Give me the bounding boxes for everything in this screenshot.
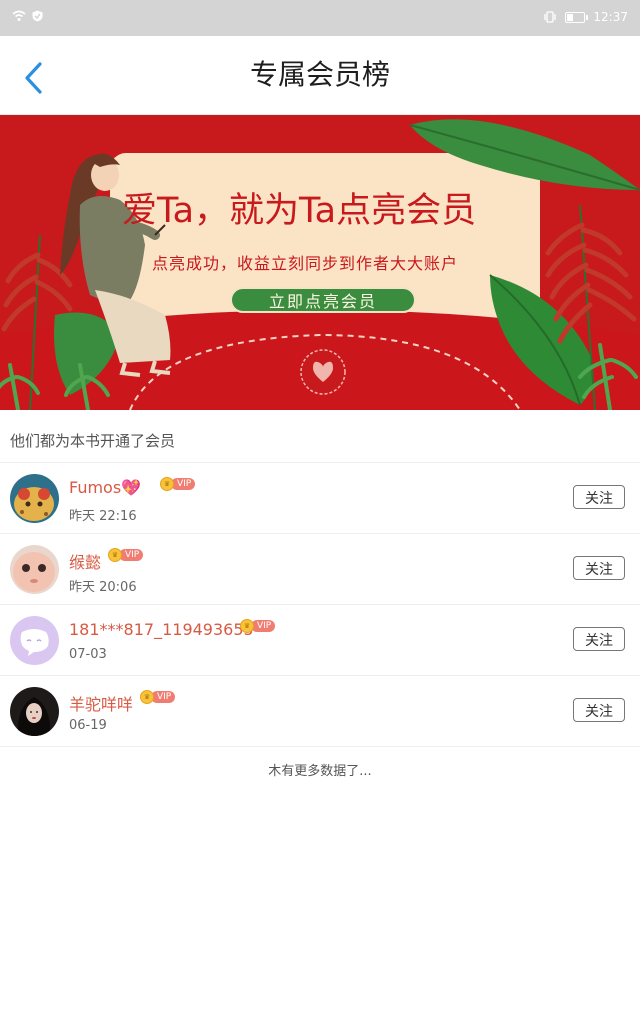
vip-badge: ♛ VIP bbox=[108, 548, 144, 562]
member-time: 06-19 bbox=[69, 718, 107, 733]
status-bar: 12:37 bbox=[0, 0, 640, 36]
avatar[interactable] bbox=[10, 545, 59, 594]
member-name: 181***817_119493655 bbox=[69, 620, 254, 639]
vibrate-icon bbox=[544, 11, 557, 23]
member-row[interactable]: 缑懿 ♛ VIP 昨天 20:06 关注 bbox=[0, 533, 640, 604]
banner-headline: 爱Ta，就为Ta点亮会员 bbox=[122, 191, 477, 231]
activate-vip-button[interactable]: 立即点亮会员 bbox=[230, 287, 416, 313]
member-name: 羊驼咩咩 bbox=[69, 695, 134, 714]
member-name: 缑懿 bbox=[69, 553, 102, 572]
member-name: Fumos💖 bbox=[69, 478, 142, 497]
follow-button[interactable]: 关注 bbox=[573, 485, 625, 509]
follow-button[interactable]: 关注 bbox=[573, 698, 625, 722]
vip-badge: ♛ VIP bbox=[140, 690, 176, 704]
member-time: 07-03 bbox=[69, 647, 107, 662]
banner-subline: 点亮成功，收益立刻同步到作者大大账户 bbox=[152, 254, 459, 273]
section-title: 他们都为本书开通了会员 bbox=[10, 432, 176, 450]
follow-button[interactable]: 关注 bbox=[573, 556, 625, 580]
vip-badge: ♛ VIP bbox=[160, 477, 196, 491]
shield-check-icon bbox=[32, 10, 43, 22]
member-row[interactable]: Fumos💖 ♛ VIP 昨天 22:16 关注 bbox=[0, 462, 640, 533]
avatar[interactable] bbox=[10, 616, 59, 665]
header: 专属会员榜 bbox=[0, 36, 640, 115]
member-time: 昨天 20:06 bbox=[69, 580, 137, 595]
no-more-data-text: 木有更多数据了... bbox=[268, 764, 372, 779]
member-row[interactable]: 181***817_119493655 ♛ VIP 07-03 关注 bbox=[0, 604, 640, 675]
page-title: 专属会员榜 bbox=[249, 58, 390, 91]
crown-coin-icon: ♛ bbox=[108, 548, 122, 562]
battery-icon bbox=[565, 11, 589, 23]
crown-coin-icon: ♛ bbox=[240, 619, 254, 633]
activate-vip-label: 立即点亮会员 bbox=[268, 292, 377, 311]
crown-coin-icon: ♛ bbox=[140, 690, 154, 704]
member-row[interactable]: 羊驼咩咩 ♛ VIP 06-19 关注 bbox=[0, 675, 640, 747]
wifi-icon bbox=[12, 10, 26, 21]
status-time: 12:37 bbox=[593, 10, 628, 24]
avatar[interactable] bbox=[10, 687, 59, 736]
crown-coin-icon: ♛ bbox=[160, 477, 174, 491]
member-list: Fumos💖 ♛ VIP 昨天 22:16 关注 缑懿 ♛ VIP 昨天 20:… bbox=[0, 462, 640, 747]
avatar[interactable] bbox=[10, 474, 59, 523]
follow-button[interactable]: 关注 bbox=[573, 627, 625, 651]
vip-badge: ♛ VIP bbox=[240, 619, 276, 633]
member-time: 昨天 22:16 bbox=[69, 509, 137, 524]
promo-banner[interactable]: 爱Ta，就为Ta点亮会员 点亮成功，收益立刻同步到作者大大账户 立即点亮会员 bbox=[0, 115, 640, 410]
